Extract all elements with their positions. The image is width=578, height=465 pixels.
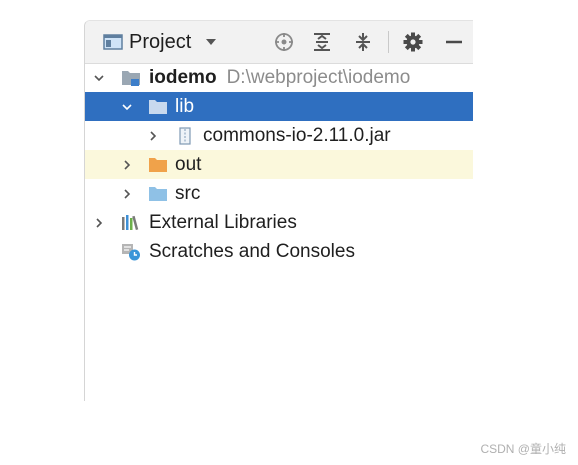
module-folder-icon bbox=[122, 71, 140, 86]
library-icon bbox=[122, 215, 139, 231]
tree-row-src[interactable]: src bbox=[85, 179, 473, 208]
tree-label-external-libraries: External Libraries bbox=[149, 212, 297, 233]
collapse-all-button[interactable] bbox=[351, 30, 375, 54]
tree-row-lib[interactable]: lib bbox=[85, 92, 473, 121]
expand-all-button[interactable] bbox=[310, 30, 334, 54]
project-view-label: Project bbox=[129, 30, 192, 53]
source-folder-icon bbox=[149, 187, 167, 201]
watermark: CSDN @童小纯 bbox=[480, 442, 566, 456]
chevron-right-icon[interactable] bbox=[121, 188, 133, 200]
project-tool-window: Project iodemo D:\webproject\iodemo lib … bbox=[84, 20, 473, 401]
minimize-icon bbox=[446, 40, 462, 44]
tree-row-out[interactable]: out bbox=[85, 150, 473, 179]
chevron-right-icon[interactable] bbox=[147, 130, 159, 142]
tree-label-out: out bbox=[175, 154, 202, 175]
project-tree: iodemo D:\webproject\iodemo lib commons-… bbox=[85, 63, 473, 266]
collapse-all-icon bbox=[356, 33, 370, 51]
tree-label-commons-io-jar: commons-io-2.11.0.jar bbox=[203, 125, 391, 146]
locate-file-button[interactable] bbox=[272, 30, 296, 54]
hide-window-button[interactable] bbox=[442, 30, 466, 54]
tree-row-scratches[interactable]: Scratches and Consoles bbox=[85, 237, 473, 266]
tree-label-scratches: Scratches and Consoles bbox=[149, 241, 355, 262]
chevron-down-icon[interactable] bbox=[93, 72, 105, 84]
chevron-down-icon bbox=[206, 39, 217, 45]
tree-row-iodemo[interactable]: iodemo D:\webproject\iodemo bbox=[85, 63, 473, 92]
project-toolbar: Project bbox=[85, 21, 473, 64]
tree-label-src: src bbox=[175, 183, 201, 204]
locate-icon bbox=[275, 33, 293, 51]
page: Project iodemo D:\webproject\iodemo lib … bbox=[0, 0, 578, 465]
chevron-down-icon[interactable] bbox=[121, 101, 133, 113]
project-window-icon bbox=[103, 34, 123, 50]
folder-icon bbox=[149, 100, 167, 114]
project-name: iodemo bbox=[149, 67, 217, 88]
tree-label-lib: lib bbox=[175, 96, 195, 117]
project-view-selector[interactable]: Project bbox=[103, 28, 217, 56]
chevron-right-icon[interactable] bbox=[93, 217, 105, 229]
tree-row-external-libraries[interactable]: External Libraries bbox=[85, 208, 473, 237]
scratches-icon bbox=[122, 244, 140, 261]
jar-archive-icon bbox=[179, 127, 191, 145]
chevron-right-icon[interactable] bbox=[121, 159, 133, 171]
tree-label-iodemo: iodemo D:\webproject\iodemo bbox=[149, 67, 410, 89]
toolbar-divider bbox=[388, 31, 389, 53]
gear-icon bbox=[403, 32, 423, 52]
tree-row-commons-io-jar[interactable]: commons-io-2.11.0.jar bbox=[85, 121, 473, 150]
project-path: D:\webproject\iodemo bbox=[226, 67, 411, 88]
expand-all-icon bbox=[314, 33, 330, 51]
settings-button[interactable] bbox=[401, 30, 425, 54]
excluded-folder-icon bbox=[149, 158, 167, 172]
